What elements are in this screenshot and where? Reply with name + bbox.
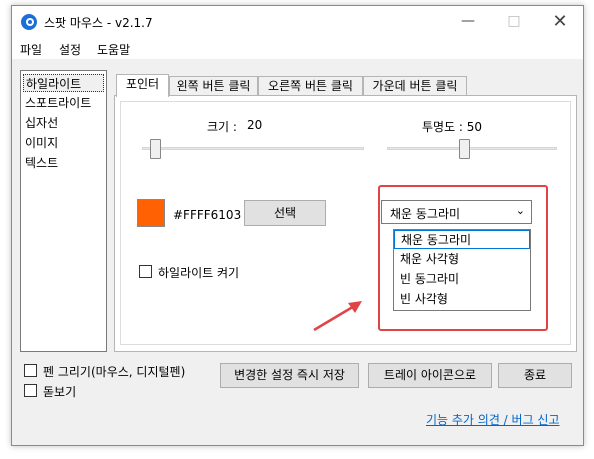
list-item-text[interactable]: 텍스트 [23,154,104,172]
save-settings-button[interactable]: 변경한 설정 즉시 저장 [220,363,359,388]
title-bar: 스팟 마우스 - v2.1.7 — □ ✕ [12,6,583,37]
menu-settings[interactable]: 설정 [59,41,81,58]
magnifier-checkbox[interactable] [24,384,37,397]
color-swatch [137,199,165,227]
list-item-spotlight[interactable]: 스포트라이트 [23,94,104,112]
list-item-image[interactable]: 이미지 [23,134,104,152]
size-slider-track[interactable] [142,147,364,150]
tray-icon-button[interactable]: 트레이 아이콘으로 [368,363,492,388]
size-value: 20 [247,118,263,132]
close-icon[interactable]: ✕ [537,6,583,37]
annotation-arrow-icon [313,301,362,332]
window-title: 스팟 마우스 - v2.1.7 [44,16,153,30]
shape-option[interactable]: 채운 동그라미 [394,230,530,249]
shape-option[interactable]: 빈 동그라미 [394,270,530,289]
menu-help[interactable]: 도움말 [97,41,130,58]
feedback-link[interactable]: 기능 추가 의견 / 버그 신고 [426,411,560,428]
app-window: 스팟 마우스 - v2.1.7 — □ ✕ 파일 설정 도움말 하일라이트 스포… [11,5,584,446]
select-color-button[interactable]: 선택 [244,200,326,226]
chevron-down-icon: ⌄ [515,204,525,217]
shape-dropdown-list[interactable]: 채운 동그라미 채운 사각형 빈 동그라미 빈 사각형 [393,229,531,311]
shape-option[interactable]: 빈 사각형 [394,290,530,309]
maximize-icon[interactable]: □ [491,6,537,37]
opacity-slider-thumb[interactable] [458,139,470,159]
minimize-icon[interactable]: — [445,6,491,37]
size-slider-thumb[interactable] [150,139,162,159]
tab-middle-click[interactable]: 가운데 버튼 클릭 [363,76,467,96]
opacity-label: 투명도 : 50 [422,120,483,134]
menu-file[interactable]: 파일 [20,41,42,58]
tab-pointer[interactable]: 포인터 [116,74,169,97]
list-item-crosshair[interactable]: 십자선 [23,114,104,132]
highlight-checkbox-label: 하일라이트 켜기 [158,266,240,280]
tab-left-click[interactable]: 왼쪽 버튼 클릭 [169,76,258,96]
shape-combobox[interactable]: 채운 동그라미 ⌄ [381,200,532,224]
magnifier-checkbox-label: 돋보기 [43,385,77,399]
menu-bar: 파일 설정 도움말 [12,37,583,59]
highlight-checkbox[interactable] [139,265,152,278]
color-hex-label: #FFFF6103 [173,208,242,222]
exit-button[interactable]: 종료 [498,363,572,388]
list-item-highlight[interactable]: 하일라이트 [23,74,104,92]
tab-right-click[interactable]: 오른쪽 버튼 클릭 [258,76,363,96]
size-label: 크기 : [207,120,237,134]
shape-selected-value: 채운 동그라미 [390,207,461,221]
shape-option[interactable]: 채운 사각형 [394,250,530,269]
app-logo-icon [21,14,37,30]
pen-checkbox-label: 펜 그리기(마우스, 디지털펜) [43,365,186,379]
opacity-slider-track[interactable] [387,147,557,150]
mode-list[interactable]: 하일라이트 스포트라이트 십자선 이미지 텍스트 [20,70,107,352]
pen-checkbox[interactable] [24,364,37,377]
